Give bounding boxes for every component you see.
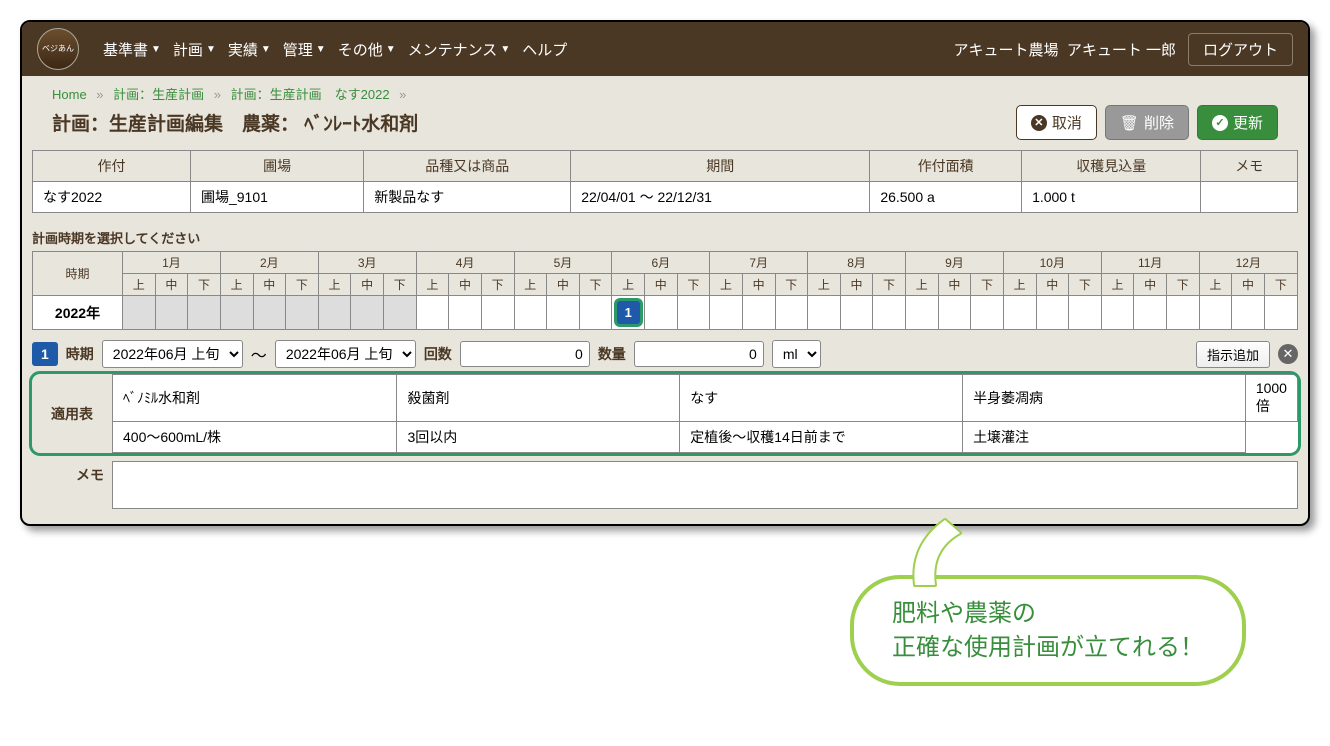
memo-label: メモ <box>32 461 112 509</box>
menu-item-6[interactable]: ヘルプ <box>518 39 571 60</box>
cancel-button[interactable]: ✕ 取消 <box>1016 105 1097 140</box>
calendar-table[interactable]: 時期1月2月3月4月5月6月7月8月9月10月11月12月 上中下上中下上中下上… <box>32 251 1298 330</box>
menu-item-1[interactable]: 計画▼ <box>169 39 220 60</box>
calendar-cell[interactable] <box>449 296 482 330</box>
calendar-cell[interactable] <box>742 296 775 330</box>
count-label: 回数 <box>424 344 452 364</box>
period-label: 時期 <box>66 344 94 364</box>
detail-row: 1 時期 2022年06月 上旬 ～ 2022年06月 上旬 回数 数量 ml … <box>32 330 1298 374</box>
chevron-down-icon: ▼ <box>386 44 396 55</box>
memo-textarea[interactable] <box>112 461 1298 509</box>
calendar-cell[interactable] <box>840 296 873 330</box>
breadcrumb: Home » 計画：生産計画 » 計画：生産計画 なす2022 » <box>22 76 1308 105</box>
calendar-cell[interactable] <box>906 296 939 330</box>
summary-table: 作付圃場品種又は商品期間作付面積収穫見込量メモ なす2022圃場_9101新製品… <box>32 150 1298 213</box>
calendar-cell[interactable] <box>938 296 971 330</box>
chevron-down-icon: ▼ <box>316 44 326 55</box>
add-instruction-button[interactable]: 指示追加 <box>1196 341 1270 368</box>
chevron-down-icon: ▼ <box>206 44 216 55</box>
calendar-section-label: 計画時期を選択してください <box>32 228 1298 247</box>
menu-item-0[interactable]: 基準書▼ <box>99 39 165 60</box>
period-to-select[interactable]: 2022年06月 上旬 <box>275 340 416 368</box>
count-input[interactable] <box>460 341 590 367</box>
menu-item-2[interactable]: 実績▼ <box>224 39 275 60</box>
calendar-cell[interactable] <box>416 296 449 330</box>
check-icon: ✓ <box>1212 115 1228 131</box>
calendar-cell[interactable] <box>1036 296 1069 330</box>
calendar-cell[interactable] <box>971 296 1004 330</box>
calendar-cell[interactable] <box>481 296 514 330</box>
calendar-cell[interactable] <box>677 296 710 330</box>
calendar-cell[interactable] <box>286 296 319 330</box>
breadcrumb-link[interactable]: 計画：生産計画 <box>113 87 204 102</box>
unit-select[interactable]: ml <box>772 340 821 368</box>
qty-input[interactable] <box>634 341 764 367</box>
callout: 肥料や農薬の 正確な使用計画が立てれる！ <box>850 575 1246 686</box>
trash-icon: 🗑 <box>1120 114 1139 132</box>
calendar-cell[interactable] <box>1134 296 1167 330</box>
calendar-cell[interactable] <box>579 296 612 330</box>
chevron-down-icon: ▼ <box>261 44 271 55</box>
calendar-cell[interactable] <box>1264 296 1297 330</box>
calendar-cell[interactable] <box>220 296 253 330</box>
calendar-cell[interactable] <box>1232 296 1265 330</box>
detail-badge: 1 <box>32 342 58 366</box>
calendar-cell[interactable] <box>514 296 547 330</box>
calendar-cell[interactable] <box>1199 296 1232 330</box>
calendar-cell[interactable] <box>253 296 286 330</box>
speech-tail <box>895 515 975 595</box>
calendar-cell[interactable] <box>775 296 808 330</box>
top-menu-bar: ベジあん 基準書▼計画▼実績▼管理▼その他▼メンテナンス▼ヘルプ アキュート農場… <box>22 22 1308 76</box>
calendar-cell[interactable] <box>318 296 351 330</box>
calendar-cell[interactable] <box>188 296 221 330</box>
calendar-cell[interactable] <box>123 296 156 330</box>
menu-item-5[interactable]: メンテナンス▼ <box>404 39 515 60</box>
calendar-cell[interactable] <box>645 296 678 330</box>
menu-item-3[interactable]: 管理▼ <box>279 39 330 60</box>
period-from-select[interactable]: 2022年06月 上旬 <box>102 340 243 368</box>
calendar-cell[interactable] <box>1167 296 1200 330</box>
calendar-cell[interactable] <box>547 296 580 330</box>
calendar-cell[interactable] <box>1101 296 1134 330</box>
close-icon: ✕ <box>1031 115 1047 131</box>
remove-row-icon[interactable]: ✕ <box>1278 344 1298 364</box>
page-title: 計画：生産計画編集 農薬： ﾍﾞﾝﾚｰﾄ水和剤 <box>52 109 1008 136</box>
user-info: アキュート農場 アキュート 一郎 <box>953 39 1176 60</box>
calendar-cell[interactable] <box>155 296 188 330</box>
calendar-cell[interactable] <box>873 296 906 330</box>
calendar-cell[interactable] <box>1069 296 1102 330</box>
calendar-cell[interactable]: 1 <box>612 296 645 330</box>
calendar-cell[interactable] <box>351 296 384 330</box>
chevron-down-icon: ▼ <box>151 44 161 55</box>
calendar-cell[interactable] <box>808 296 841 330</box>
logout-button[interactable]: ログアウト <box>1188 33 1293 66</box>
application-table-section: 適用表 ﾍﾞﾉﾐﾙ水和剤殺菌剤なす半身萎凋病1000倍400～600mL/株3回… <box>32 374 1298 453</box>
calendar-cell[interactable] <box>710 296 743 330</box>
update-button[interactable]: ✓ 更新 <box>1197 105 1278 140</box>
logo: ベジあん <box>37 28 79 70</box>
breadcrumb-link[interactable]: Home <box>52 87 87 102</box>
menu-item-4[interactable]: その他▼ <box>334 39 400 60</box>
breadcrumb-link[interactable]: 計画：生産計画 なす2022 <box>231 87 390 102</box>
calendar-cell[interactable] <box>384 296 417 330</box>
delete-button[interactable]: 🗑 削除 <box>1105 105 1189 140</box>
calendar-cell[interactable] <box>1003 296 1036 330</box>
chevron-down-icon: ▼ <box>500 44 510 55</box>
qty-label: 数量 <box>598 344 626 364</box>
